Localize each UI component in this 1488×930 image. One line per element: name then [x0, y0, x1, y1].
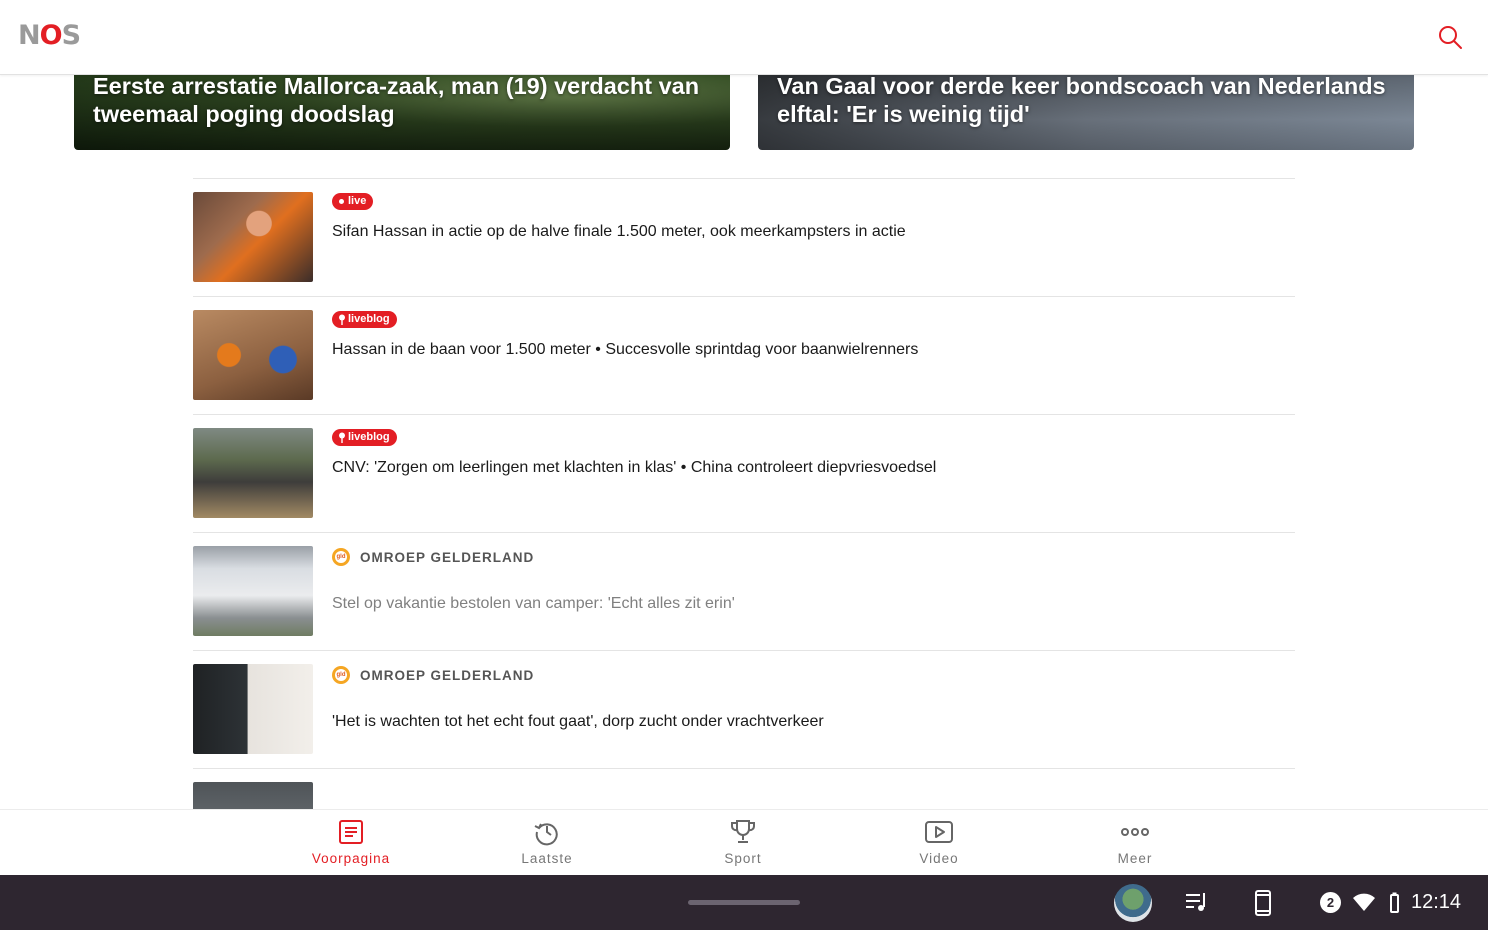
- news-list: live Sifan Hassan in actie op de halve f…: [193, 178, 1295, 886]
- bottom-navigation: Voorpagina Laatste Sport Video Meer: [0, 809, 1488, 876]
- live-dot-icon: [339, 199, 344, 204]
- nos-logo[interactable]: NOS: [18, 20, 81, 51]
- user-avatar[interactable]: [1114, 884, 1152, 922]
- newspaper-icon: [339, 820, 363, 844]
- news-item[interactable]: liveblog CNV: 'Zorgen om leerlingen met …: [193, 414, 1295, 532]
- history-icon: [534, 823, 558, 846]
- nav-meer[interactable]: Meer: [1075, 818, 1195, 866]
- article-headline: 'Het is wachten tot het echt fout gaat',…: [332, 713, 824, 730]
- article-headline: CNV: 'Zorgen om leerlingen met klachten …: [332, 459, 937, 476]
- nav-voorpagina[interactable]: Voorpagina: [291, 818, 411, 866]
- omroep-gelderland-logo-icon: gld: [332, 666, 350, 684]
- battery-icon: [1390, 892, 1399, 913]
- hero-card[interactable]: Eerste arrestatie Mallorca-zaak, man (19…: [74, 74, 730, 150]
- playlist-icon[interactable]: [1184, 890, 1210, 914]
- hero-title: Van Gaal voor derde keer bondscoach van …: [777, 74, 1386, 127]
- article-headline: Sifan Hassan in actie op de halve finale…: [332, 223, 906, 240]
- clock: 12:14: [1411, 891, 1462, 913]
- article-thumbnail: [193, 310, 313, 400]
- article-thumbnail: [193, 192, 313, 282]
- nav-sport[interactable]: Sport: [683, 818, 803, 866]
- liveblog-badge: liveblog: [332, 311, 397, 328]
- article-headline: Hassan in de baan voor 1.500 meter • Suc…: [332, 341, 919, 358]
- nav-laatste[interactable]: Laatste: [487, 818, 607, 866]
- nav-video[interactable]: Video: [879, 818, 999, 866]
- news-item[interactable]: gld OMROEP GELDERLAND 'Het is wachten to…: [193, 650, 1295, 768]
- hero-title: Eerste arrestatie Mallorca-zaak, man (19…: [93, 74, 700, 127]
- wifi-icon: [1353, 893, 1375, 911]
- news-item[interactable]: liveblog Hassan in de baan voor 1.500 me…: [193, 296, 1295, 414]
- play-icon: [925, 821, 953, 843]
- article-headline: Stel op vakantie bestolen van camper: 'E…: [332, 595, 735, 612]
- pin-icon: [339, 432, 345, 443]
- gesture-handle[interactable]: [688, 900, 800, 905]
- news-item[interactable]: live Sifan Hassan in actie op de halve f…: [193, 178, 1295, 296]
- article-thumbnail: [193, 664, 313, 754]
- pin-icon: [339, 314, 345, 325]
- liveblog-badge: liveblog: [332, 429, 397, 446]
- live-badge: live: [332, 193, 374, 210]
- article-thumbnail: [193, 428, 313, 518]
- omroep-gelderland-logo-icon: gld: [332, 548, 350, 566]
- more-icon: [1121, 828, 1149, 836]
- source-label: gld OMROEP GELDERLAND: [332, 665, 534, 685]
- hero-card[interactable]: Van Gaal voor derde keer bondscoach van …: [758, 74, 1414, 150]
- news-item[interactable]: gld OMROEP GELDERLAND Stel op vakantie b…: [193, 532, 1295, 650]
- system-bar: 2 12:14: [0, 875, 1488, 930]
- notification-count[interactable]: 2: [1320, 892, 1341, 913]
- search-icon[interactable]: [1436, 23, 1464, 51]
- phone-icon[interactable]: [1253, 890, 1273, 916]
- article-thumbnail: [193, 546, 313, 636]
- source-label: gld OMROEP GELDERLAND: [332, 547, 534, 567]
- trophy-icon: [731, 820, 755, 843]
- app-bar: NOS: [0, 0, 1488, 75]
